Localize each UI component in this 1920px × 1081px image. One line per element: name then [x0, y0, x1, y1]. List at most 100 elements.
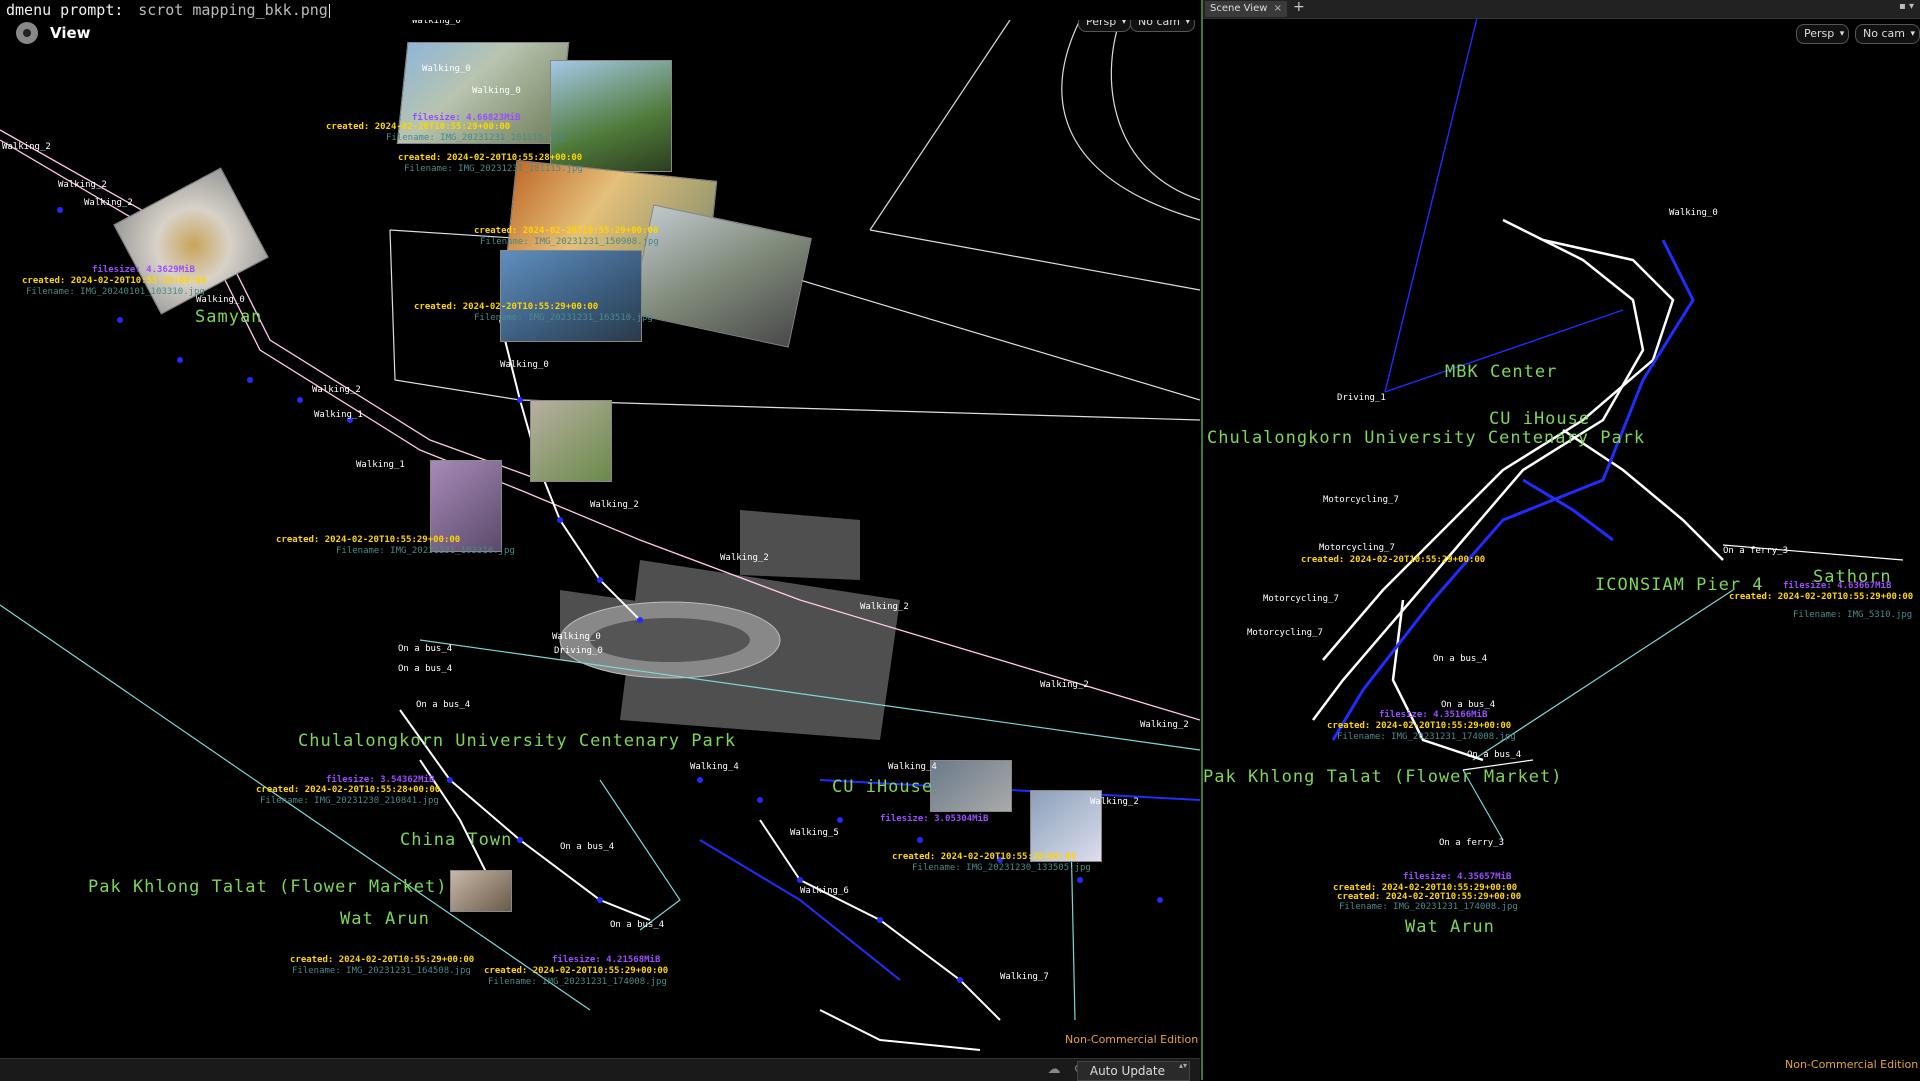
- track-label: Walking_2: [312, 385, 361, 395]
- window-controls-icon[interactable]: ▪ ▾: [1899, 1, 1914, 12]
- place-label: Wat Arun: [1405, 917, 1495, 937]
- track-label: Walking_2: [1040, 680, 1089, 690]
- text-caret: [328, 3, 330, 18]
- photo-filesize: filesize: 3.05304MiB: [880, 814, 989, 824]
- photo-filesize: filesize: 4.35166MiB: [1379, 710, 1488, 720]
- camera-button[interactable]: No cam: [1855, 24, 1920, 44]
- left-viewport[interactable]: View Persp No cam Samyan Chulalongkorn U…: [0, 20, 1200, 1060]
- photo-created: created: 2024-02-20T10:55:29+00:00: [22, 276, 207, 286]
- edition-watermark: Non-Commercial Edition: [1065, 1033, 1199, 1046]
- track-label: Walking_1: [356, 460, 405, 470]
- place-label: CU iHouse: [832, 777, 934, 797]
- photo-filename: Filename: IMG_5310.jpg: [1793, 610, 1913, 620]
- photo-created: created: 2024-02-20T10:55:29+00:00: [290, 955, 475, 965]
- place-label: Pak Khlong Talat (Flower Market): [1203, 767, 1563, 787]
- photo-thumbnail[interactable]: [930, 760, 1012, 812]
- track-label: On a bus_4: [398, 644, 453, 654]
- track-label: Motorcycling_7: [1247, 628, 1323, 638]
- track-label: On a ferry_3: [1439, 838, 1505, 848]
- track-label: Walking_0: [422, 64, 471, 74]
- track-label: Walking_0: [552, 632, 601, 642]
- photo-filesize: filesize: 4.35657MiB: [1403, 872, 1512, 882]
- photo-created: created: 2024-02-20T10:55:29+00:00: [414, 302, 599, 312]
- camera-button[interactable]: No cam: [1130, 20, 1195, 32]
- photo-created: created: 2024-02-20T10:55:29+00:00: [1729, 592, 1914, 602]
- scene-tab-bar: Scene View × + ▪ ▾: [1203, 0, 1920, 19]
- track-label: Walking_2: [1140, 720, 1189, 730]
- photo-filesize: filesize: 3.54362MiB: [326, 775, 435, 785]
- persp-button[interactable]: Persp: [1078, 20, 1132, 32]
- photo-created: created: 2024-02-20T10:55:29+00:00: [1301, 555, 1486, 565]
- track-label: On a bus_4: [1467, 750, 1522, 760]
- gear-icon[interactable]: [16, 22, 38, 44]
- photo-filename: Filename: IMG_20231231_150908.jpg: [480, 237, 659, 247]
- track-label: Walking_4: [888, 762, 937, 772]
- route-lines-cyan: [1462, 589, 1734, 841]
- photo-filename: Filename: IMG_20240101_103310.jpg: [26, 287, 205, 297]
- view-header: View: [16, 22, 91, 44]
- dmenu-prompt-bar[interactable]: dmenu prompt: scrot mapping_bkk.png: [0, 0, 1200, 20]
- photo-filename: Filename: IMG_20231231_174008.jpg: [488, 977, 667, 987]
- tab-label: Scene View: [1210, 3, 1268, 14]
- stadium-field: [590, 618, 750, 662]
- photo-created: created: 2024-02-20T10:55:28+00:00: [256, 785, 441, 795]
- track-label: On a bus_4: [1433, 654, 1488, 664]
- place-label: Samyan: [195, 307, 263, 327]
- photo-thumbnail[interactable]: [530, 400, 612, 482]
- photo-filesize: filesize: 4.21568MiB: [552, 955, 661, 965]
- photo-created: created: 2024-02-20T10:55:29+00:00: [1327, 721, 1512, 731]
- status-bar: ☁ ⟳ Auto Update: [0, 1058, 1200, 1081]
- track-label: Driving_1: [1337, 393, 1386, 403]
- track-label: On a ferry_3: [1723, 546, 1789, 556]
- photo-filename: Filename: IMG_20231231_101115.jpg: [386, 133, 565, 143]
- view-title: View: [50, 24, 91, 42]
- track-label: Motorcycling_7: [1323, 495, 1399, 505]
- track-label: Walking_2: [84, 198, 133, 208]
- track-label: Walking_5: [790, 828, 839, 838]
- place-label: Pak Khlong Talat (Flower Market): [88, 877, 448, 897]
- tab-scene-view[interactable]: Scene View ×: [1205, 1, 1287, 17]
- track-label: Walking_0: [1669, 208, 1718, 218]
- track-label: Walking_2: [58, 180, 107, 190]
- photo-filesize: filesize: 4.63667MiB: [1783, 581, 1892, 591]
- track-label: Walking_6: [800, 886, 849, 896]
- add-tab-icon[interactable]: +: [1293, 0, 1305, 15]
- track-label: Walking_0: [412, 20, 461, 26]
- photo-filesize: filesize: 4.3629MiB: [92, 265, 195, 275]
- track-label: Walking_0: [196, 295, 245, 305]
- scene-canvas-right[interactable]: [1203, 0, 1920, 1080]
- photo-filename: Filename: IMG_20231231_101115.jpg: [404, 164, 583, 174]
- place-label: Wat Arun: [340, 909, 430, 929]
- photo-filename: Filename: IMG_20231231_163510.jpg: [474, 313, 653, 323]
- track-label: On a bus_4: [1441, 700, 1496, 710]
- track-label: On a bus_4: [560, 842, 615, 852]
- track-label: Walking_1: [314, 410, 363, 420]
- photo-created: created: 2024-02-20T10:55:28+00:00: [398, 153, 583, 163]
- persp-button[interactable]: Persp: [1796, 24, 1850, 44]
- track-label: On a bus_4: [398, 664, 453, 674]
- cloud-icon[interactable]: ☁: [1046, 1062, 1062, 1078]
- auto-update-select[interactable]: Auto Update: [1076, 1061, 1190, 1081]
- track-label: Walking_0: [500, 360, 549, 370]
- photo-filename: Filename: IMG_20231231_174008.jpg: [1337, 732, 1516, 742]
- photo-created: created: 2024-02-20T10:55:29+00:00: [484, 966, 669, 976]
- photo-filename: Filename: IMG_20231231_164508.jpg: [292, 966, 471, 976]
- close-icon[interactable]: ×: [1274, 1, 1282, 17]
- track-label: Motorcycling_7: [1319, 543, 1395, 553]
- track-label: Walking_2: [2, 142, 51, 152]
- place-label: CU iHouse: [1489, 409, 1591, 429]
- dmenu-input[interactable]: scrot mapping_bkk.png: [138, 1, 328, 19]
- photo-thumbnail[interactable]: [500, 250, 642, 342]
- scene-view-pane[interactable]: Scene View × + ▪ ▾ Persp No cam MBK Cent…: [1201, 0, 1920, 1080]
- place-label: China Town: [400, 830, 513, 850]
- track-label: Walking_7: [1000, 972, 1049, 982]
- place-label: MBK Center: [1445, 362, 1558, 382]
- photo-created: created: 2024-02-20T10:55:29+00:00: [1337, 892, 1522, 902]
- track-label: Motorcycling_7: [1263, 594, 1339, 604]
- photo-thumbnail[interactable]: [450, 870, 512, 912]
- track-edge-blue: [1331, 239, 1695, 741]
- dmenu-prompt-label: dmenu prompt:: [6, 1, 124, 19]
- track-cluster-white: [1312, 218, 1724, 762]
- photo-filename: Filename: IMG_20231231_103310.jpg: [336, 546, 515, 556]
- track-label: Driving_0: [554, 646, 603, 656]
